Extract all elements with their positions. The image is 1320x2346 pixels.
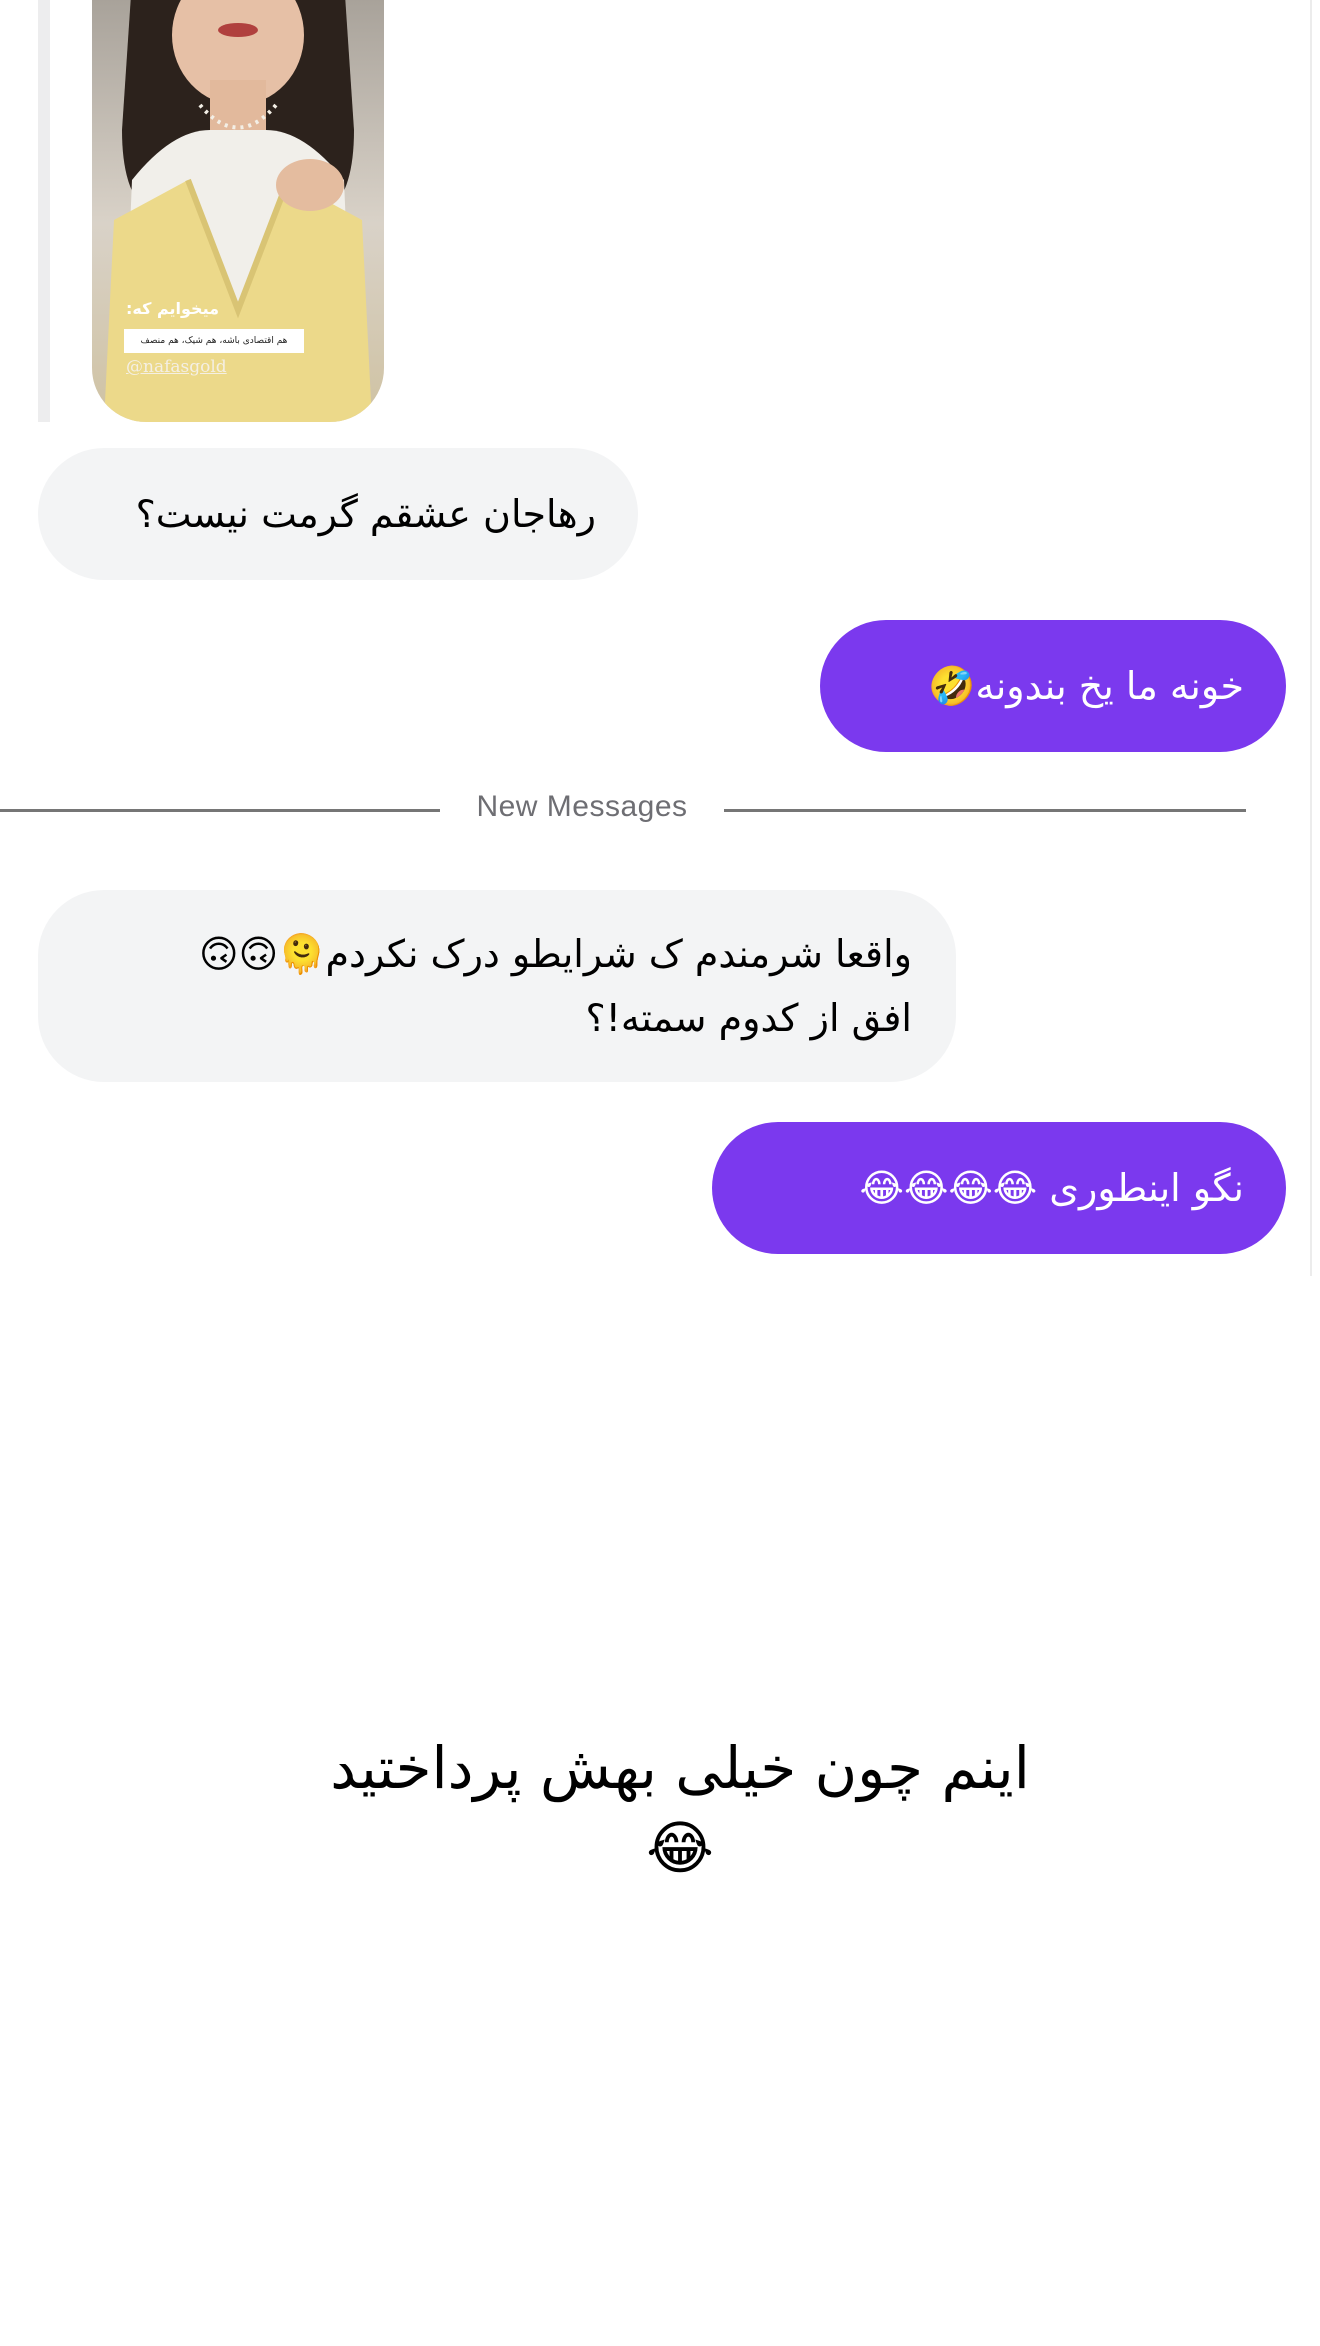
story-overlay-handle: @nafasgold — [126, 357, 227, 377]
message-text: رهاجان عشقم گرمت نیست؟ — [135, 492, 596, 536]
message-text: افق از کدوم سمته!؟ — [585, 996, 912, 1040]
chat-screen: میخوایم که: هم اقتصادی باشه، هم شیک، هم … — [0, 0, 1320, 2346]
story-reply-indicator — [38, 0, 50, 422]
message-text: نگو اینطوری 😂😂😂😂 — [859, 1166, 1244, 1210]
incoming-message[interactable]: رهاجان عشقم گرمت نیست؟ — [38, 448, 638, 580]
incoming-message[interactable]: واقعا شرمندم ک شرایطو درک نکردم🫠🙃🙃 افق ا… — [38, 890, 956, 1082]
message-text: واقعا شرمندم ک شرایطو درک نکردم🫠🙃🙃 — [198, 932, 912, 976]
outgoing-message[interactable]: خونه ما یخ بندونه🤣 — [820, 620, 1286, 752]
divider-line-left — [0, 809, 440, 812]
story-image[interactable]: میخوایم که: هم اقتصادی باشه، هم شیک، هم … — [92, 0, 384, 422]
new-messages-divider: New Messages — [476, 790, 688, 823]
message-text: خونه ما یخ بندونه🤣 — [928, 664, 1244, 708]
story-overlay-heading: میخوایم که: — [126, 299, 220, 318]
divider-line-right — [724, 809, 1246, 812]
scrollbar-track[interactable] — [1310, 0, 1312, 1276]
story-overlay-box: هم اقتصادی باشه، هم شیک، هم منصف — [124, 329, 304, 353]
outgoing-message[interactable]: نگو اینطوری 😂😂😂😂 — [712, 1122, 1286, 1254]
caption-text: اینم چون خیلی بهش پرداختید😂 — [330, 1734, 1030, 1882]
